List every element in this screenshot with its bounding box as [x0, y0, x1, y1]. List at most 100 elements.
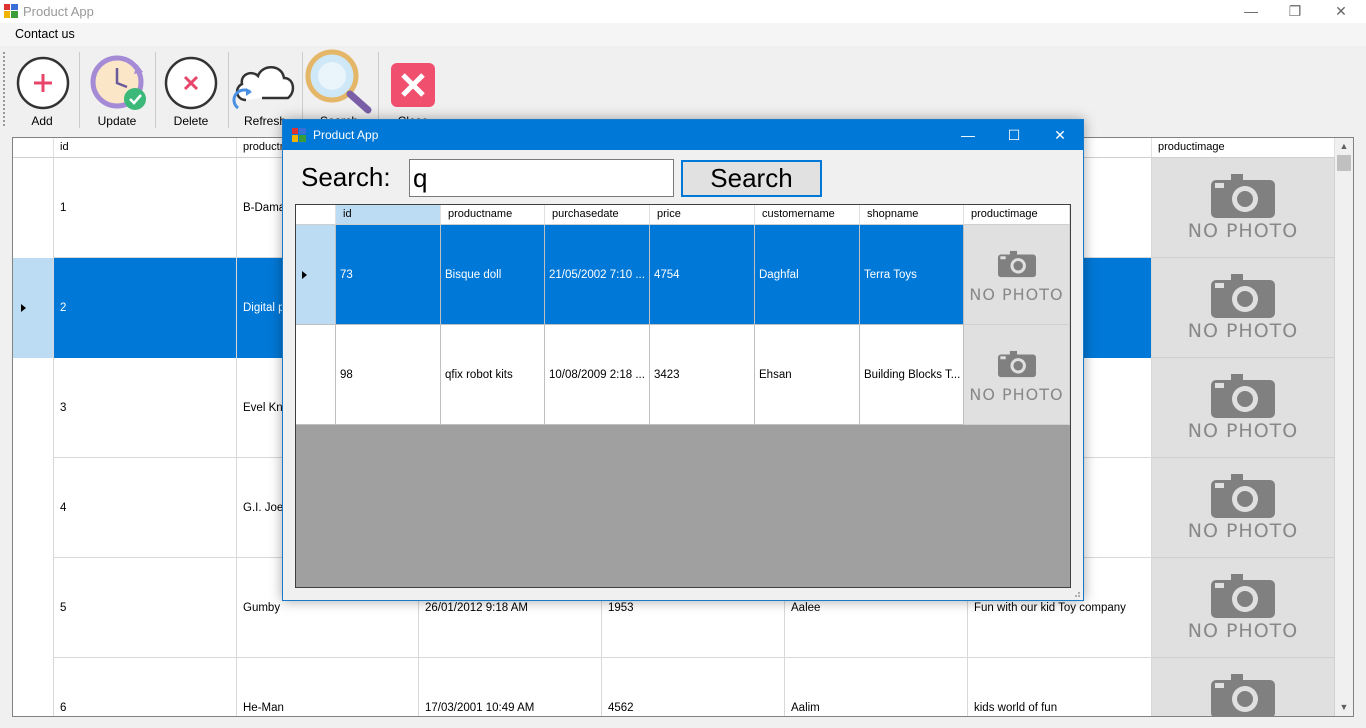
- update-label: Update: [97, 114, 137, 128]
- menu-contact-us[interactable]: Contact us: [15, 27, 75, 41]
- row-header[interactable]: [13, 458, 54, 558]
- search-button[interactable]: Search: [304, 46, 374, 130]
- dialog-column-header-customername[interactable]: customername: [755, 205, 860, 225]
- cloud-refresh-icon: [232, 66, 295, 110]
- current-row-arrow-icon: [21, 304, 26, 312]
- result-cell-price[interactable]: 3423: [650, 325, 755, 425]
- cell-id[interactable]: 2: [54, 258, 237, 358]
- no-photo-text: NO PHOTO: [1187, 619, 1299, 642]
- result-cell-productname[interactable]: Bisque doll: [441, 225, 545, 325]
- cell-productname[interactable]: He-Man: [237, 658, 419, 716]
- result-cell-customername[interactable]: Daghfal: [755, 225, 860, 325]
- cell-customername[interactable]: Aalim: [785, 658, 968, 716]
- column-header-id[interactable]: id: [54, 138, 237, 158]
- row-header[interactable]: [13, 258, 54, 358]
- table-row[interactable]: 6 He-Man 17/03/2001 10:49 AM 4562 Aalim kids …: [13, 658, 1335, 716]
- result-row-header[interactable]: [296, 225, 336, 325]
- delete-icon: [164, 56, 218, 110]
- cell-id[interactable]: 6: [54, 658, 237, 716]
- cell-productimage[interactable]: NO PHOTO: [1152, 558, 1335, 658]
- search-field-label: Search:: [301, 162, 391, 192]
- refresh-button[interactable]: Refresh: [232, 46, 298, 130]
- camera-icon: [1211, 173, 1275, 218]
- current-row-arrow-icon: [302, 270, 307, 279]
- result-cell-customername[interactable]: Ehsan: [755, 325, 860, 425]
- magnifier-icon: [305, 49, 372, 114]
- column-header-productimage[interactable]: productimage: [1152, 138, 1335, 158]
- update-button[interactable]: Update: [84, 46, 150, 130]
- minimize-button[interactable]: —: [1228, 0, 1274, 23]
- result-row[interactable]: 98 qfix robot kits 10/08/2009 2:18 ... 3423…: [296, 325, 1070, 425]
- dialog-title: Product App: [313, 128, 379, 142]
- cell-id[interactable]: 5: [54, 558, 237, 658]
- cell-productimage[interactable]: NO PHOTO: [1152, 358, 1335, 458]
- vertical-scrollbar[interactable]: ▲ ▼: [1335, 138, 1353, 716]
- result-cell-price[interactable]: 4754: [650, 225, 755, 325]
- camera-icon: [1211, 473, 1275, 518]
- result-cell-id[interactable]: 98: [336, 325, 441, 425]
- camera-icon: [1211, 673, 1275, 716]
- no-photo-text: NO PHOTO: [969, 385, 1064, 404]
- result-cell-purchasedate[interactable]: 21/05/2002 7:10 ...: [545, 225, 650, 325]
- cell-purchasedate[interactable]: 17/03/2001 10:49 AM: [419, 658, 602, 716]
- result-cell-productimage[interactable]: NO PHOTO: [964, 325, 1070, 425]
- cell-productimage[interactable]: NO PHOTO: [1152, 158, 1335, 258]
- cell-price[interactable]: 4562: [602, 658, 785, 716]
- row-header[interactable]: [13, 358, 54, 458]
- dialog-close-button[interactable]: ✕: [1037, 120, 1083, 150]
- camera-icon: [1211, 573, 1275, 618]
- scroll-thumb[interactable]: [1337, 155, 1351, 171]
- cell-id[interactable]: 1: [54, 158, 237, 258]
- camera-icon: [1211, 273, 1275, 318]
- dialog-column-header-shopname[interactable]: shopname: [860, 205, 964, 225]
- cell-productimage[interactable]: NO PHOTO: [1152, 658, 1335, 716]
- add-label: Add: [31, 114, 53, 128]
- row-header[interactable]: [13, 158, 54, 258]
- resize-grip[interactable]: [1071, 588, 1081, 598]
- result-row-header[interactable]: [296, 325, 336, 425]
- close-window-button[interactable]: ✕: [1318, 0, 1364, 23]
- close-button[interactable]: Close: [383, 46, 443, 130]
- result-cell-shopname[interactable]: Terra Toys: [860, 225, 964, 325]
- delete-label: Delete: [173, 114, 209, 128]
- result-cell-purchasedate[interactable]: 10/08/2009 2:18 ...: [545, 325, 650, 425]
- update-icon: [90, 55, 146, 110]
- dialog-search-button[interactable]: Search: [681, 160, 822, 197]
- camera-icon: [997, 250, 1036, 278]
- no-photo-text: NO PHOTO: [1187, 419, 1299, 442]
- row-header-corner: [13, 138, 54, 158]
- dialog-column-header-productname[interactable]: productname: [441, 205, 545, 225]
- cell-id[interactable]: 3: [54, 358, 237, 458]
- toolbar-grip[interactable]: [3, 52, 5, 126]
- result-cell-shopname[interactable]: Building Blocks T...: [860, 325, 964, 425]
- search-dialog: Product App — ☐ ✕ Search: q Search id pr…: [282, 119, 1084, 601]
- delete-button[interactable]: Delete: [160, 46, 222, 130]
- scroll-up-arrow[interactable]: ▲: [1335, 138, 1353, 155]
- dialog-titlebar: Product App — ☐ ✕: [283, 120, 1083, 150]
- result-cell-productname[interactable]: qfix robot kits: [441, 325, 545, 425]
- dialog-maximize-button[interactable]: ☐: [991, 120, 1037, 150]
- restore-button[interactable]: ❐: [1272, 0, 1318, 23]
- add-icon: [16, 56, 70, 110]
- dialog-column-header-id[interactable]: id: [336, 205, 441, 225]
- cell-shopname[interactable]: kids world of fun: [968, 658, 1152, 716]
- no-photo-text: NO PHOTO: [1187, 319, 1299, 342]
- cell-productimage[interactable]: NO PHOTO: [1152, 458, 1335, 558]
- scroll-down-arrow[interactable]: ▼: [1335, 699, 1353, 716]
- menu-bar: Contact us: [0, 23, 1366, 46]
- result-cell-id[interactable]: 73: [336, 225, 441, 325]
- dialog-column-header-purchasedate[interactable]: purchasedate: [545, 205, 650, 225]
- row-header[interactable]: [13, 558, 54, 658]
- add-button[interactable]: Add: [12, 46, 72, 130]
- result-cell-productimage[interactable]: NO PHOTO: [964, 225, 1070, 325]
- window-title: Product App: [23, 4, 94, 19]
- dialog-column-header-price[interactable]: price: [650, 205, 755, 225]
- dialog-minimize-button[interactable]: —: [945, 120, 991, 150]
- cell-productimage[interactable]: NO PHOTO: [1152, 258, 1335, 358]
- cell-id[interactable]: 4: [54, 458, 237, 558]
- search-input[interactable]: q: [409, 159, 674, 197]
- result-row[interactable]: 73 Bisque doll 21/05/2002 7:10 ... 4754 Dagh…: [296, 225, 1070, 325]
- row-header[interactable]: [13, 658, 54, 716]
- dialog-column-header-productimage[interactable]: productimage: [964, 205, 1070, 225]
- search-results-grid[interactable]: id productname purchasedate price custom…: [295, 204, 1071, 588]
